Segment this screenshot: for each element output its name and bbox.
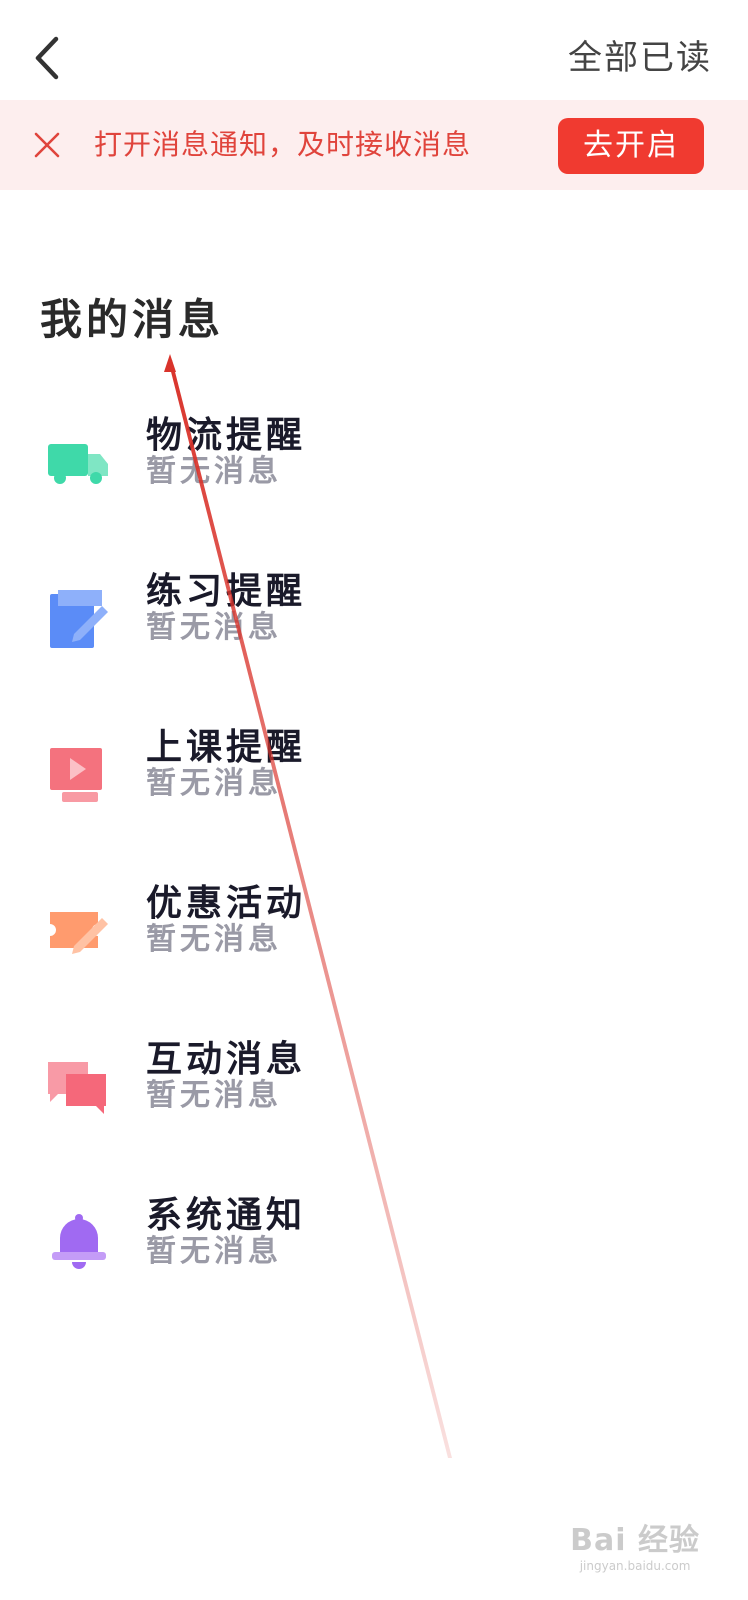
message-category-list: 物流提醒 暂无消息 练习提醒 暂无消息 上课提醒 暂无消息 优惠活动 暂无消息 …	[0, 400, 748, 1336]
message-status: 暂无消息	[146, 1234, 282, 1269]
message-status: 暂无消息	[146, 610, 282, 645]
baidu-watermark: Bai 经验 jingyan.baidu.com	[570, 1524, 700, 1574]
list-item-practice[interactable]: 练习提醒 暂无消息	[0, 556, 748, 712]
section-title: 我的消息	[40, 295, 225, 344]
message-status: 暂无消息	[146, 766, 282, 801]
watermark-brand: Bai 经验	[570, 1523, 700, 1558]
chevron-left-icon	[35, 36, 59, 80]
banner-message: 打开消息通知，及时接收消息	[94, 128, 472, 161]
message-center-page: 全部已读 打开消息通知，及时接收消息 去开启 我的消息 物流提醒 暂无消息 练习…	[0, 0, 748, 1600]
coupon-ticket-icon	[50, 912, 108, 954]
close-icon	[34, 132, 60, 158]
list-item-interaction[interactable]: 互动消息 暂无消息	[0, 1024, 748, 1180]
truck-icon	[48, 444, 108, 484]
list-item-class[interactable]: 上课提醒 暂无消息	[0, 712, 748, 868]
enable-notifications-button[interactable]: 去开启	[558, 118, 704, 174]
bell-icon	[52, 1214, 106, 1269]
video-play-icon	[50, 748, 102, 802]
notification-banner: 打开消息通知，及时接收消息 去开启	[0, 100, 748, 190]
list-item-system[interactable]: 系统通知 暂无消息	[0, 1180, 748, 1336]
mark-all-read-button[interactable]: 全部已读	[568, 32, 712, 84]
watermark-url: jingyan.baidu.com	[579, 1559, 691, 1573]
message-status: 暂无消息	[146, 922, 282, 957]
list-item-promotions[interactable]: 优惠活动 暂无消息	[0, 868, 748, 1024]
message-status: 暂无消息	[146, 1078, 282, 1113]
message-status: 暂无消息	[146, 454, 282, 489]
banner-close-button[interactable]	[26, 124, 68, 166]
chat-bubbles-icon	[48, 1062, 106, 1114]
note-edit-icon	[50, 590, 108, 648]
top-navbar: 全部已读	[0, 0, 748, 100]
back-button[interactable]	[22, 30, 72, 86]
list-item-logistics[interactable]: 物流提醒 暂无消息	[0, 400, 748, 556]
